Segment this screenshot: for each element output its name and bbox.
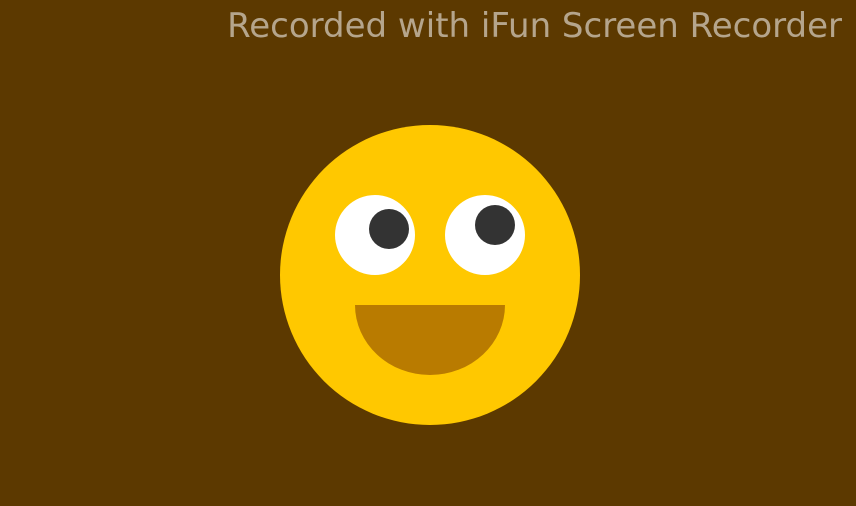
recorder-watermark: Recorded with iFun Screen Recorder	[227, 6, 842, 46]
left-eye	[335, 195, 415, 275]
smiley-face	[280, 125, 580, 425]
canvas-stage: Recorded with iFun Screen Recorder	[0, 0, 856, 506]
left-pupil	[369, 209, 409, 249]
right-eye	[445, 195, 525, 275]
right-pupil	[475, 205, 515, 245]
smile-mouth	[355, 305, 505, 375]
